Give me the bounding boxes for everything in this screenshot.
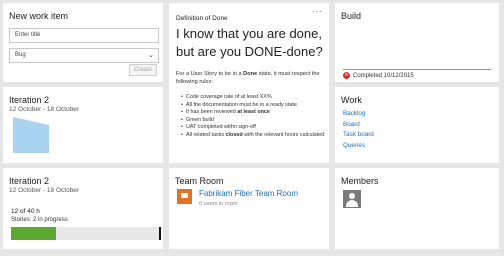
- progress-bar-fill: [11, 227, 56, 240]
- burndown-area: [13, 117, 49, 153]
- stories-progress-text: Stories: 2 in progress: [11, 217, 68, 223]
- new-work-item-title: New work item: [9, 11, 69, 21]
- build-divider: [343, 69, 491, 70]
- dod-header: Definition of Done: [176, 15, 228, 22]
- work-link-task-board[interactable]: Task board: [343, 130, 374, 141]
- work-link-backlog[interactable]: Backlog: [343, 109, 374, 120]
- dod-rule-text: with the relevant hours calculated: [242, 131, 325, 138]
- work-link-board[interactable]: Board: [343, 120, 374, 131]
- build-status-text: Completed 10/12/2015: [353, 72, 414, 79]
- progress-bar-end-marker: [159, 227, 161, 240]
- room-users-count: 0 users in room: [199, 201, 238, 207]
- dod-rule: It has been reviewed at least once: [181, 109, 329, 117]
- dod-rule-bold: closed: [225, 131, 243, 138]
- progress-hours-text: 12 of 40 h: [11, 208, 40, 215]
- team-room-link[interactable]: Fabrikam Fiber Team Room: [199, 189, 298, 198]
- dod-rule-text: It has been reviewed: [186, 109, 238, 116]
- person-avatar-icon[interactable]: [343, 190, 361, 208]
- ellipsis-icon[interactable]: ···: [312, 7, 323, 16]
- team-room-tile: Team Room Fabrikam Fiber Team Room 0 use…: [169, 168, 329, 249]
- iteration-progress-tile[interactable]: Iteration 2 12 October - 18 October 12 o…: [3, 168, 163, 249]
- dod-rules-list: Code coverage rate of at least XX% All t…: [181, 94, 329, 140]
- dod-rule-text: UAT completed withn sign-off: [186, 124, 256, 131]
- build-title: Build: [341, 11, 362, 21]
- dod-headline: I know that you are done, but are you DO…: [176, 26, 323, 59]
- dod-rule-text: Code coverage rate of at least XX%: [186, 94, 272, 100]
- failed-x-icon: ✕: [343, 72, 350, 79]
- iteration-chart-title: Iteration 2: [9, 95, 50, 105]
- chat-room-icon: [177, 189, 192, 204]
- members-title: Members: [341, 176, 379, 186]
- avatar-body: [346, 200, 358, 207]
- create-button[interactable]: Create: [129, 64, 157, 76]
- burndown-chart: [13, 117, 49, 153]
- team-room-title: Team Room: [175, 176, 224, 186]
- progress-bar: [11, 227, 161, 240]
- definition-of-done-tile: Definition of Done ··· I know that you a…: [169, 3, 329, 163]
- iteration-burndown-tile[interactable]: Iteration 2 12 October - 18 October: [3, 87, 163, 163]
- members-tile: Members: [335, 168, 499, 249]
- dod-rule-text: All the documentation must be in a ready…: [186, 101, 297, 108]
- chevron-down-icon: ⌄: [148, 52, 154, 59]
- dod-rule: Green build: [181, 117, 329, 125]
- work-item-type-value: Bug: [15, 52, 26, 58]
- dod-rule-text: All related tasks: [186, 131, 226, 138]
- iteration-chart-dates: 12 October - 18 October: [9, 106, 80, 113]
- build-tile[interactable]: Build ✕ Completed 10/12/2015: [335, 3, 499, 82]
- dod-rule: All related tasks closed with the releva…: [181, 132, 329, 140]
- dod-rule: All the documentation must be in a ready…: [181, 102, 329, 110]
- avatar-head: [349, 193, 355, 199]
- dod-rule: Code coverage rate of at least XX%: [181, 94, 329, 102]
- dod-intro: For a User Story to be in a Done state, …: [176, 70, 328, 86]
- dod-rule: UAT completed withn sign-off: [181, 124, 329, 132]
- iteration-progress-title: Iteration 2: [9, 176, 50, 186]
- iteration-progress-dates: 12 October - 18 October: [9, 187, 80, 194]
- work-title: Work: [341, 95, 362, 105]
- dod-rule-bold: at least once: [237, 109, 270, 116]
- new-work-item-tile: New work item Enter title Bug ⌄ Create: [3, 3, 163, 82]
- dod-intro-pre: For a User Story to be in a: [176, 71, 244, 77]
- work-item-type-select[interactable]: Bug ⌄: [9, 48, 159, 63]
- work-tile: Work Backlog Board Task board Queries: [335, 87, 499, 163]
- work-links: Backlog Board Task board Queries: [343, 109, 374, 151]
- work-item-title-input[interactable]: Enter title: [9, 28, 159, 43]
- build-status: ✕ Completed 10/12/2015: [343, 72, 414, 79]
- dod-rule-text: Green build: [186, 116, 214, 123]
- dod-intro-bold: Done: [243, 71, 258, 77]
- work-link-queries[interactable]: Queries: [343, 141, 374, 152]
